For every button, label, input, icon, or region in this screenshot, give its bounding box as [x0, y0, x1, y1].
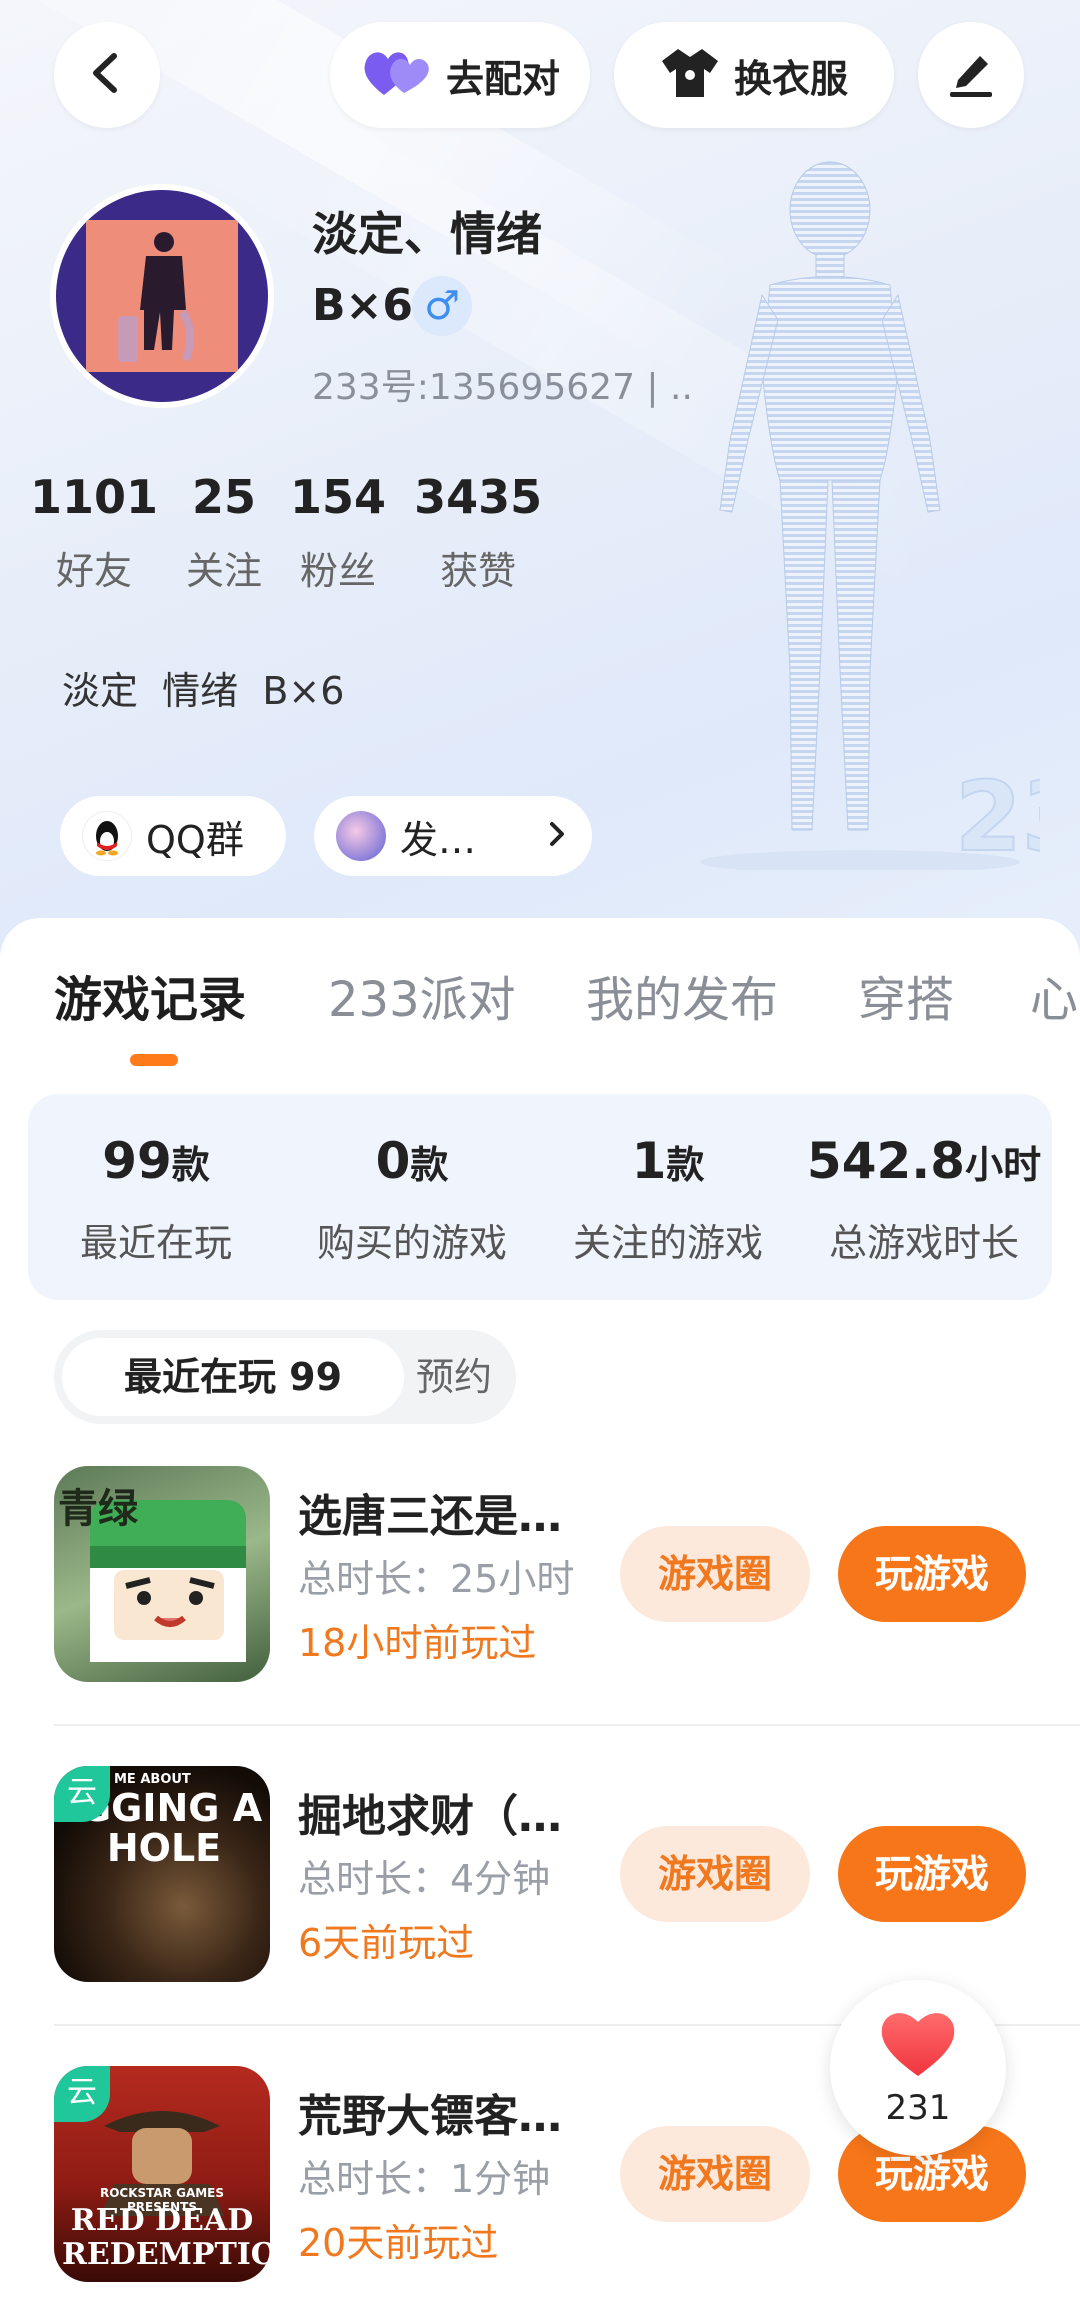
- match-button[interactable]: 去配对: [330, 22, 590, 128]
- summary-followed[interactable]: 1款 关注的游戏: [540, 1094, 796, 1300]
- summary-label: 关注的游戏: [572, 1221, 763, 1265]
- stat-fans[interactable]: 154 粉丝: [290, 470, 386, 595]
- summary-unit: 小时: [965, 1143, 1042, 1187]
- avatar[interactable]: [50, 184, 274, 408]
- cloud-badge: 云: [54, 2066, 110, 2122]
- outfit-label: 换衣服: [733, 56, 848, 101]
- tab-233-party[interactable]: 233派对: [328, 960, 516, 1030]
- segment-reserved[interactable]: 预约: [394, 1338, 514, 1416]
- tab-outfits[interactable]: 穿搭: [858, 960, 954, 1030]
- games-filter-segment: 最近在玩 99 预约: [54, 1330, 516, 1424]
- stat-value: 154: [290, 470, 387, 524]
- like-count: 231: [885, 2088, 951, 2128]
- game-duration: 总时长：25小时: [298, 1557, 575, 1601]
- game-thumbnail-text: RED DEAD REDEMPTION: [62, 2203, 270, 2272]
- divider: [54, 1724, 1080, 1726]
- chevron-left-icon: [84, 50, 130, 100]
- stat-label: 粉丝: [300, 549, 377, 593]
- stat-value: 1101: [30, 470, 159, 524]
- profile-nickname: 淡定、情绪: [312, 207, 542, 261]
- like-button[interactable]: 231: [830, 1980, 1006, 2156]
- chevron-right-icon: [544, 819, 570, 853]
- qq-group-chip[interactable]: QQ群: [60, 796, 286, 876]
- stat-label: 获赞: [440, 549, 517, 593]
- post-chip-label: 发…: [400, 817, 477, 862]
- stat-following[interactable]: 25 关注: [186, 470, 262, 595]
- game-thumbnail[interactable]: ROCKSTAR GAMES PRESENTS RED DEAD REDEMPT…: [54, 2066, 270, 2282]
- play-game-button[interactable]: 玩游戏: [838, 1826, 1026, 1922]
- qq-penguin-icon: [82, 811, 132, 861]
- change-outfit-button[interactable]: 换衣服: [614, 22, 894, 128]
- active-tab-indicator: [130, 1054, 178, 1066]
- profile-sub-name: B×6: [312, 280, 414, 331]
- segment-recent-played[interactable]: 最近在玩 99: [62, 1338, 404, 1416]
- summary-unit: 款: [410, 1143, 449, 1187]
- stat-value: 25: [192, 470, 257, 524]
- stat-label: 关注: [186, 549, 263, 593]
- game-title: 荒野大镖客…: [298, 2091, 562, 2142]
- profile-tabs: 游戏记录 233派对 我的发布 穿搭 心: [0, 960, 1080, 1060]
- summary-purchased[interactable]: 0款 购买的游戏: [284, 1094, 540, 1300]
- summary-label: 最近在玩: [79, 1221, 232, 1265]
- stat-value: 3435: [414, 470, 543, 524]
- summary-value: 0: [375, 1132, 411, 1190]
- tshirt-icon: [660, 45, 720, 105]
- game-last-played: 20天前玩过: [298, 2221, 499, 2265]
- heart-icon: [878, 2006, 958, 2082]
- summary-value: 1: [631, 1132, 667, 1190]
- game-last-played: 18小时前玩过: [298, 1621, 537, 1665]
- profile-uid[interactable]: 233号:135695627 | ..: [312, 358, 693, 410]
- tab-more[interactable]: 心: [1030, 960, 1078, 1030]
- game-circle-button[interactable]: 游戏圈: [620, 1526, 810, 1622]
- profile-stats: 1101 好友 25 关注 154 粉丝 3435 获赞: [30, 470, 570, 595]
- game-thumbnail[interactable]: 青绿: [54, 1466, 270, 1682]
- stat-friends[interactable]: 1101 好友: [30, 470, 158, 595]
- tab-my-posts[interactable]: 我的发布: [586, 960, 778, 1030]
- profile-hero: 233 去配对 换衣服: [0, 0, 1080, 960]
- stat-likes[interactable]: 3435 获赞: [414, 470, 542, 595]
- profile-bio: 淡定 情绪 B×6: [62, 669, 345, 713]
- play-game-button[interactable]: 玩游戏: [838, 1526, 1026, 1622]
- game-circle-button[interactable]: 游戏圈: [620, 2126, 810, 2222]
- match-label: 去配对: [445, 56, 560, 101]
- male-gender-icon: ♂: [412, 276, 472, 336]
- svg-text:233: 233: [955, 761, 1040, 870]
- game-title: 掘地求财（…: [298, 1791, 562, 1842]
- stat-label: 好友: [56, 549, 133, 593]
- summary-label: 购买的游戏: [316, 1221, 507, 1265]
- pencil-icon: [944, 46, 998, 104]
- game-circle-button[interactable]: 游戏圈: [620, 1826, 810, 1922]
- game-thumbnail-text: 青绿: [58, 1485, 138, 1532]
- game-title: 选唐三还是…: [298, 1491, 562, 1542]
- game-thumbnail[interactable]: ME ABOUT IGGING A HOLE 云: [54, 1766, 270, 1982]
- avatar-hologram[interactable]: 233: [700, 150, 1040, 870]
- qq-group-label: QQ群: [146, 817, 244, 862]
- post-chip[interactable]: 发…: [314, 796, 592, 876]
- game-row[interactable]: 青绿 选唐三还是… 总时长：25小时 18小时前玩过 游戏圈 玩游戏: [0, 1466, 1080, 1766]
- game-duration: 总时长：1分钟: [298, 2157, 551, 2201]
- back-button[interactable]: [54, 22, 160, 128]
- avatar-figure-icon: [118, 232, 195, 362]
- game-duration: 总时长：4分钟: [298, 1857, 551, 1901]
- game-summary-card: 99款 最近在玩 0款 购买的游戏 1款 关注的游戏 542.8小时 总游戏时长: [28, 1094, 1052, 1300]
- edit-profile-button[interactable]: [918, 22, 1024, 128]
- tab-game-records[interactable]: 游戏记录: [54, 960, 246, 1030]
- summary-value: 542.8: [806, 1132, 966, 1190]
- summary-recent-played[interactable]: 99款 最近在玩: [28, 1094, 284, 1300]
- summary-value: 99: [102, 1132, 172, 1190]
- cloud-badge: 云: [54, 1766, 110, 1822]
- summary-label: 总游戏时长: [828, 1221, 1019, 1265]
- game-last-played: 6天前玩过: [298, 1921, 475, 1965]
- hearts-icon: [360, 45, 432, 105]
- badge-icon: [336, 811, 386, 861]
- summary-unit: 款: [171, 1143, 210, 1187]
- summary-unit: 款: [666, 1143, 705, 1187]
- game-thumbnail-small-text: ME ABOUT: [114, 1772, 191, 1787]
- summary-total-time[interactable]: 542.8小时 总游戏时长: [796, 1094, 1052, 1300]
